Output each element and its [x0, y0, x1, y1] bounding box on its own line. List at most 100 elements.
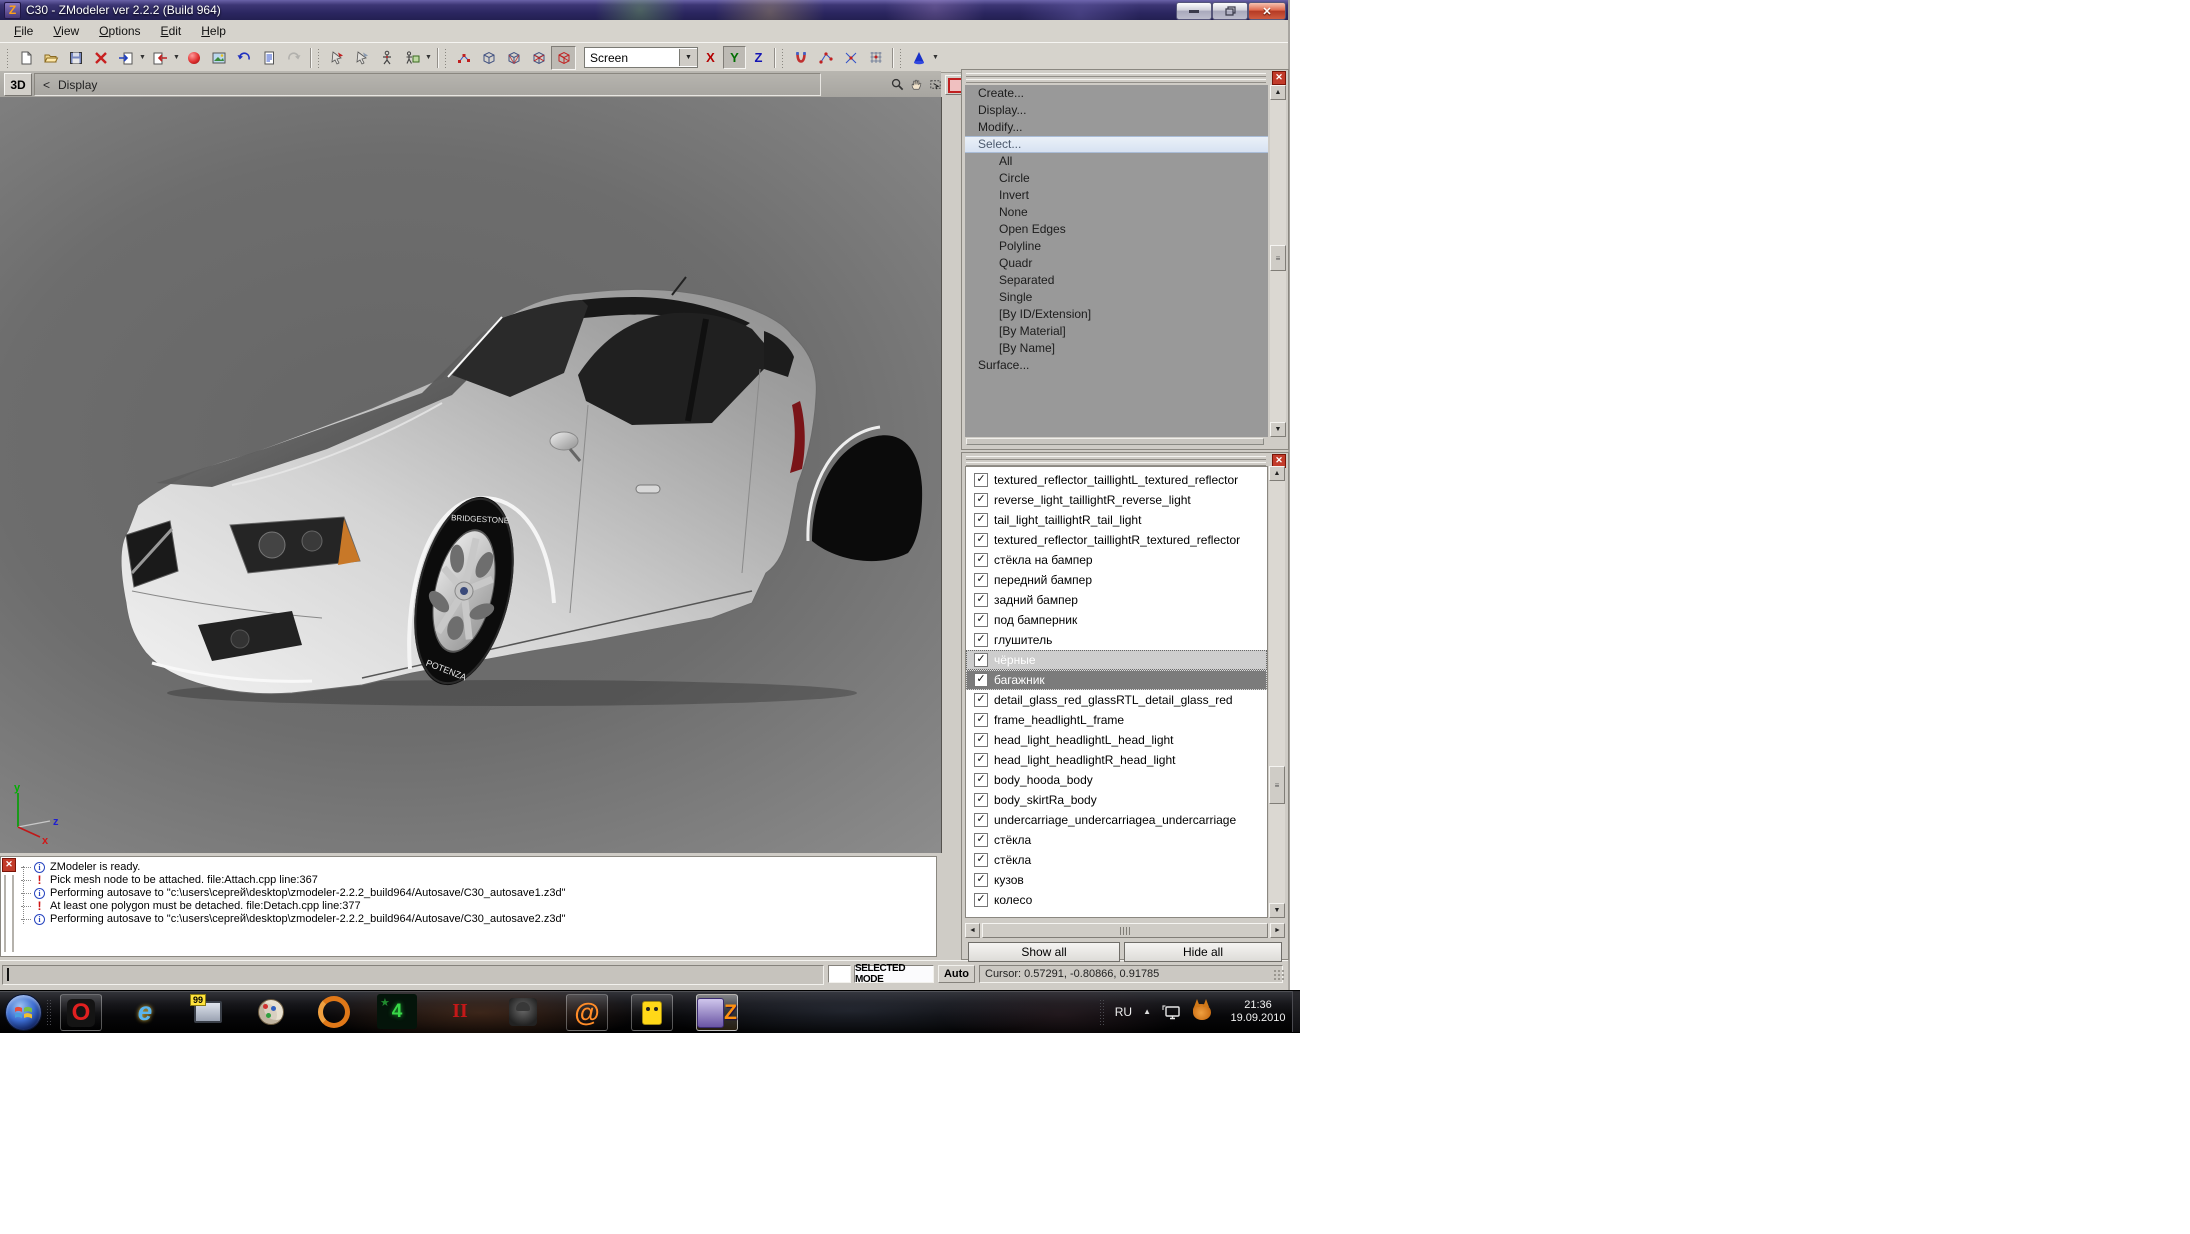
command-item[interactable]: Display... [965, 102, 1268, 119]
viewport-select-region-button[interactable] [926, 75, 945, 93]
3d-viewport[interactable]: BRIDGESTONE POTENZA [0, 97, 942, 853]
command-item[interactable]: Single [965, 289, 1268, 306]
layer-row[interactable]: undercarriage_undercarriagea_undercarria… [966, 810, 1267, 830]
toolbar-grip[interactable] [6, 48, 10, 68]
log-grip[interactable] [4, 875, 14, 952]
restore-button[interactable] [1212, 2, 1248, 20]
layer-row[interactable]: стёкла [966, 830, 1267, 850]
save-button[interactable] [63, 46, 88, 70]
mode-dropdown-arrow[interactable]: ▼ [424, 54, 433, 61]
viewport-mode-button[interactable]: 3D [4, 73, 32, 96]
menu-item[interactable]: File [4, 22, 43, 40]
log-close-button[interactable]: ✕ [2, 858, 16, 872]
scroll-left-icon[interactable]: ◄ [965, 923, 980, 938]
new-file-button[interactable] [13, 46, 38, 70]
layer-checkbox[interactable] [974, 873, 988, 887]
texture-browser-button[interactable] [206, 46, 231, 70]
command-item[interactable]: Circle [965, 170, 1268, 187]
viewport-pan-button[interactable] [907, 75, 926, 93]
show-desktop-button[interactable] [1292, 991, 1300, 1032]
resize-grip[interactable] [1273, 969, 1285, 981]
layer-row[interactable]: чёрные [966, 650, 1267, 670]
layer-row[interactable]: глушитель [966, 630, 1267, 650]
layer-row[interactable]: задний бампер [966, 590, 1267, 610]
minimize-button[interactable] [1176, 2, 1212, 20]
emule-tray-icon[interactable] [1193, 1004, 1211, 1020]
clock[interactable]: 21:36 19.09.2010 [1222, 999, 1294, 1025]
command-item[interactable]: Surface... [965, 357, 1268, 374]
taskbar-app-button[interactable] [314, 994, 354, 1029]
layer-row[interactable]: багажник [966, 670, 1267, 690]
toolbar-grip[interactable] [317, 48, 321, 68]
viewport-zoom-button[interactable] [888, 75, 907, 93]
combo-dropdown-arrow[interactable]: ▼ [679, 49, 697, 66]
layer-checkbox[interactable] [974, 613, 988, 627]
language-indicator[interactable]: RU [1115, 1005, 1132, 1019]
axis-constraint-button[interactable]: Y [723, 46, 746, 69]
import-dropdown-arrow[interactable]: ▼ [138, 54, 147, 61]
layer-checkbox[interactable] [974, 533, 988, 547]
snap-magnet-button[interactable] [788, 46, 813, 70]
menu-item[interactable]: Help [191, 22, 236, 40]
layer-checkbox[interactable] [974, 493, 988, 507]
menu-item[interactable]: View [43, 22, 89, 40]
layer-checkbox[interactable] [974, 853, 988, 867]
layer-row[interactable]: reverse_light_taillightR_reverse_light [966, 490, 1267, 510]
layer-row[interactable]: стёкла на бампер [966, 550, 1267, 570]
command-hscrollbar[interactable] [966, 438, 1264, 445]
layer-checkbox[interactable] [974, 673, 988, 687]
view-mode-combo[interactable]: Screen ▼ [584, 47, 698, 68]
command-item[interactable]: [By ID/Extension] [965, 306, 1268, 323]
taskbar-app-button[interactable]: 99 [188, 994, 228, 1029]
axis-constraint-button[interactable]: X [699, 46, 722, 69]
layer-row[interactable]: textured_reflector_taillightL_textured_r… [966, 470, 1267, 490]
faces-level-button[interactable] [501, 46, 526, 70]
command-item[interactable]: Open Edges [965, 221, 1268, 238]
command-item[interactable]: Polyline [965, 238, 1268, 255]
layer-checkbox[interactable] [974, 633, 988, 647]
scroll-down-icon[interactable]: ▼ [1270, 422, 1286, 437]
edges-level-button[interactable] [476, 46, 501, 70]
layer-checkbox[interactable] [974, 653, 988, 667]
snap-vertex-button[interactable] [813, 46, 838, 70]
close-button[interactable]: ✕ [1248, 2, 1286, 20]
hide-all-button[interactable]: Hide all [1124, 942, 1282, 962]
layer-checkbox[interactable] [974, 693, 988, 707]
toolbar-grip[interactable] [899, 48, 903, 68]
layer-checkbox[interactable] [974, 893, 988, 907]
scroll-up-icon[interactable]: ▲ [1270, 85, 1286, 100]
delete-button[interactable] [88, 46, 113, 70]
taskbar-app-button[interactable] [631, 994, 673, 1031]
layer-checkbox[interactable] [974, 513, 988, 527]
gizmo-mode-button[interactable] [906, 46, 931, 70]
bones-mode-button[interactable] [374, 46, 399, 70]
layer-row[interactable]: head_light_headlightL_head_light [966, 730, 1267, 750]
command-item[interactable]: [By Material] [965, 323, 1268, 340]
command-item[interactable]: Select... [965, 136, 1268, 153]
taskbar-app-button[interactable] [503, 994, 543, 1029]
scrollbar-thumb[interactable]: ≡ [1269, 766, 1285, 804]
layer-checkbox[interactable] [974, 793, 988, 807]
taskbar-app-button[interactable]: e [125, 994, 165, 1029]
taskbar-app-button[interactable]: II [440, 994, 480, 1029]
start-button[interactable] [5, 994, 42, 1031]
layer-checkbox[interactable] [974, 713, 988, 727]
command-scrollbar[interactable]: ▲ ≡ ▼ [1270, 85, 1286, 437]
layer-row[interactable]: body_hooda_body [966, 770, 1267, 790]
layer-checkbox[interactable] [974, 753, 988, 767]
taskbar-app-button[interactable]: Z [696, 994, 738, 1031]
layer-checkbox[interactable] [974, 553, 988, 567]
axis-constraint-button[interactable]: Z [747, 46, 770, 69]
vertices-level-button[interactable] [451, 46, 476, 70]
taskbar-app-button[interactable]: @ [566, 994, 608, 1031]
layer-checkbox[interactable] [974, 833, 988, 847]
car-model-render[interactable]: BRIDGESTONE POTENZA [112, 273, 924, 707]
import-button[interactable] [113, 46, 138, 70]
toolbar-grip[interactable] [444, 48, 448, 68]
command-input[interactable] [2, 965, 824, 985]
tray-expand-icon[interactable]: ▲ [1143, 1007, 1151, 1016]
gizmo-dropdown-arrow[interactable]: ▼ [931, 54, 940, 61]
panel-grip[interactable] [966, 73, 1266, 85]
layer-checkbox[interactable] [974, 733, 988, 747]
taskbar-app-button[interactable]: O [60, 994, 102, 1031]
